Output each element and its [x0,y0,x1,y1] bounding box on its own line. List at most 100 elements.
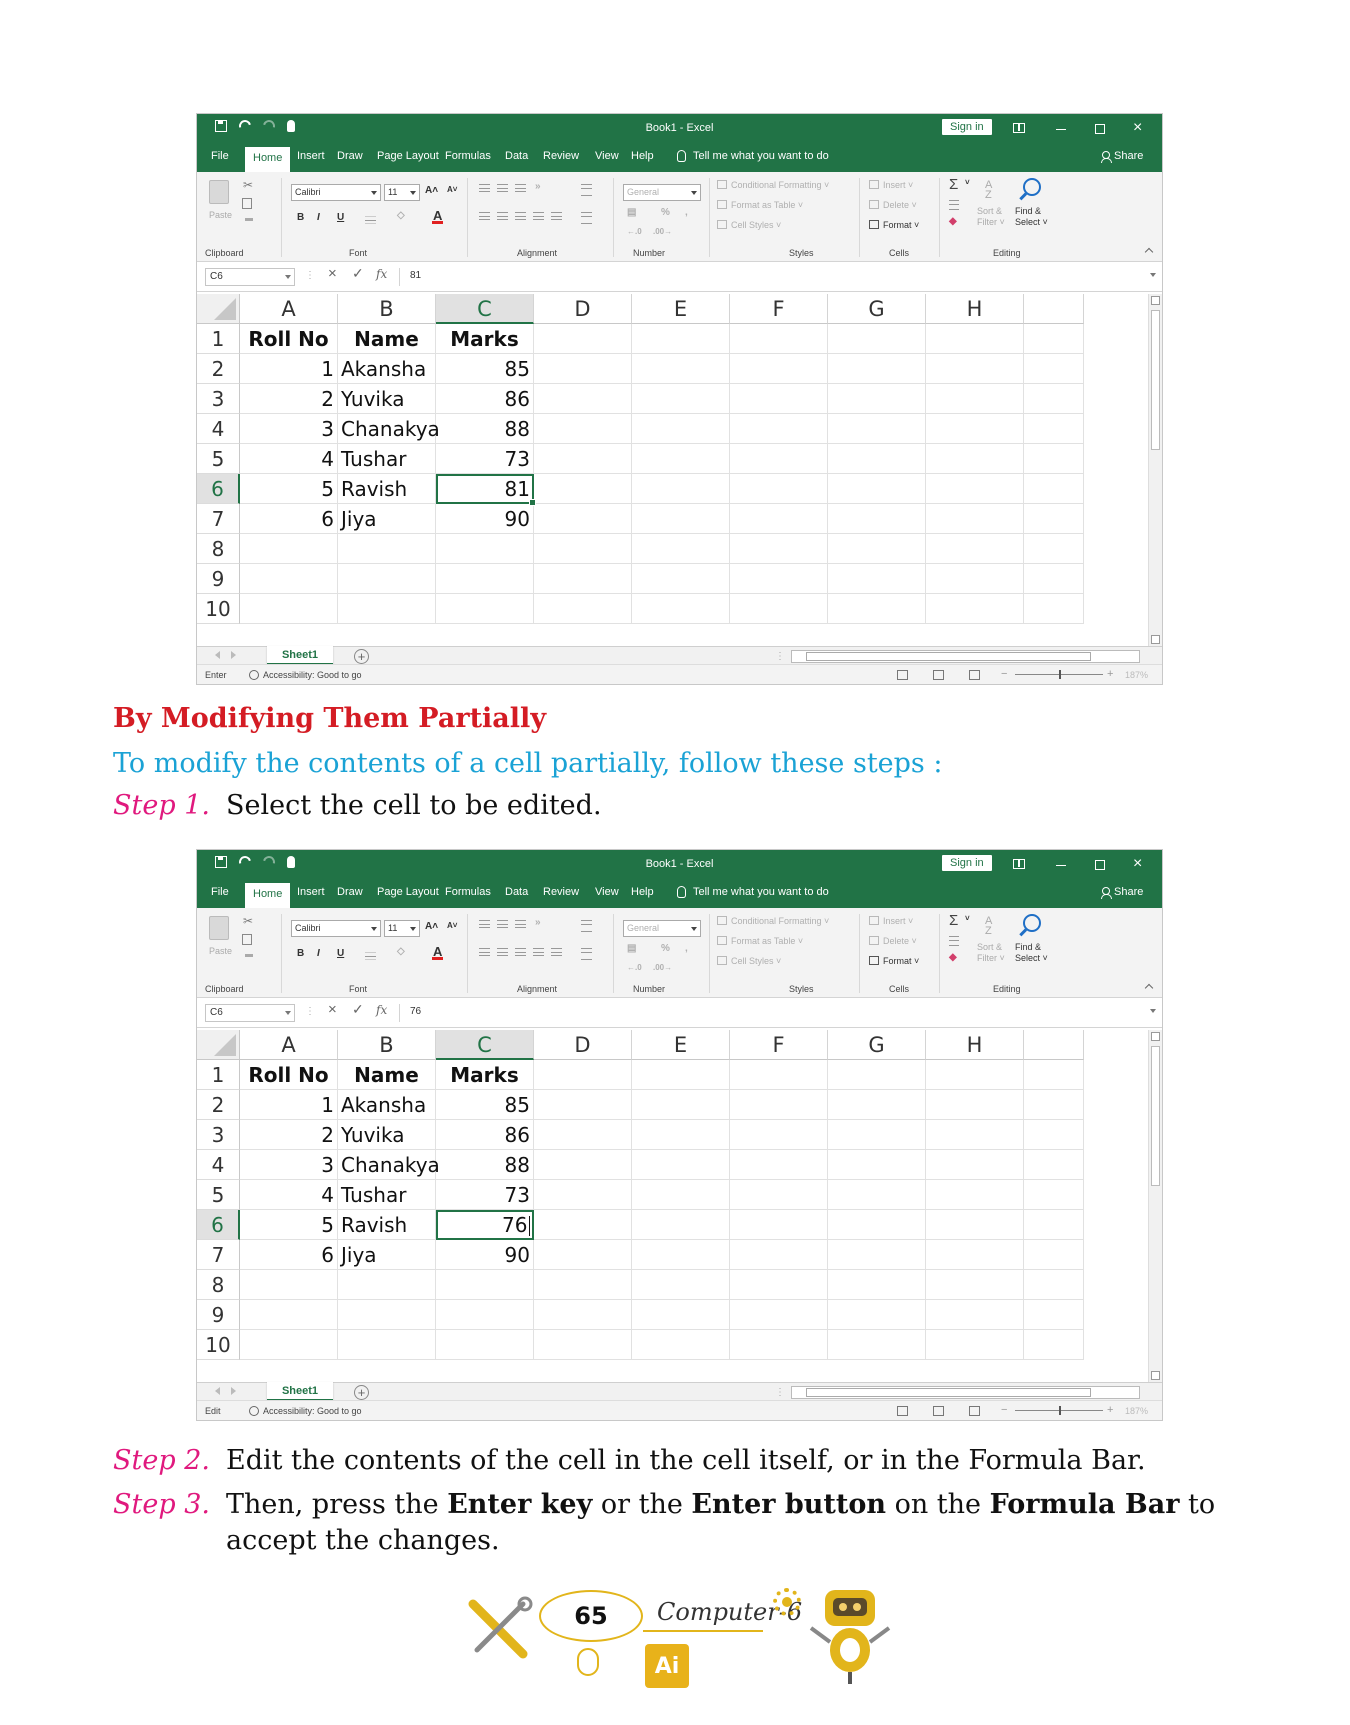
row-header-7[interactable]: 7 [197,504,240,534]
cell[interactable] [534,564,632,594]
cell[interactable] [1024,324,1084,354]
row-header-5[interactable]: 5 [197,1180,240,1210]
underline-button[interactable]: U [337,212,344,223]
insert-function-icon[interactable]: fx [376,267,387,281]
enter-check-icon[interactable]: ✓ [352,265,364,282]
cell[interactable] [926,1210,1024,1240]
roll-cell[interactable]: 4 [240,444,338,474]
cell[interactable] [730,1090,828,1120]
zoom-level[interactable]: 187% [1125,670,1148,680]
tab-review[interactable]: Review [543,886,579,898]
cell[interactable] [926,564,1024,594]
tab-insert[interactable]: Insert [297,886,325,898]
increase-decimal-icon[interactable]: ←.0 [627,227,642,236]
marks-cell[interactable]: 88 [436,414,534,444]
font-color-icon[interactable]: A [431,208,444,224]
row-header-9[interactable]: 9 [197,564,240,594]
cell[interactable] [534,1180,632,1210]
marks-cell[interactable]: 85 [436,1090,534,1120]
cell[interactable] [338,534,436,564]
conditional-formatting-button[interactable]: Conditional Formatting ˅ [717,916,829,926]
name-cell[interactable]: Yuvika [338,384,436,414]
cell[interactable] [1024,534,1084,564]
cell[interactable] [828,1300,926,1330]
roll-cell[interactable]: 1 [240,354,338,384]
scroll-thumb[interactable] [806,652,1091,661]
tab-home[interactable]: Home [245,883,291,908]
marks-cell[interactable]: 86 [436,384,534,414]
cell[interactable] [632,564,730,594]
column-header-b[interactable]: B [338,1030,436,1060]
font-name-select[interactable]: Calibri [291,184,381,201]
align-icon[interactable] [515,920,526,928]
page-break-view-icon[interactable] [969,670,980,680]
cell[interactable] [632,1240,730,1270]
cell[interactable] [338,1300,436,1330]
name-cell[interactable]: Ravish [338,1210,436,1240]
cell[interactable] [632,474,730,504]
tab-file[interactable]: File [211,886,229,898]
tab-formulas[interactable]: Formulas [445,150,491,162]
tab-draw[interactable]: Draw [337,886,363,898]
cell[interactable] [534,504,632,534]
page-break-view-icon[interactable] [969,1406,980,1416]
cell[interactable] [534,1270,632,1300]
find-select-label[interactable]: Find & Select ˅ [1015,206,1048,228]
ribbon-display-icon[interactable] [1013,859,1025,869]
row-header-1[interactable]: 1 [197,1060,240,1090]
sheet-tab-sheet1[interactable]: Sheet1 [267,646,333,666]
autosum-icon[interactable]: Σ [949,912,958,929]
number-format-select[interactable]: General [623,920,701,937]
cell[interactable] [632,1090,730,1120]
align-icon[interactable] [497,948,508,956]
cell[interactable] [730,564,828,594]
tab-file[interactable]: File [211,150,229,162]
column-header-c[interactable]: C [436,294,534,324]
cell[interactable] [534,474,632,504]
sort-filter-icon[interactable]: AZ [985,180,992,201]
cell[interactable] [828,534,926,564]
column-header-h[interactable]: H [926,1030,1024,1060]
zoom-level[interactable]: 187% [1125,1406,1148,1416]
bold-button[interactable]: B [297,212,304,223]
merge-center-icon[interactable] [581,212,592,224]
header-cell[interactable]: Roll No [240,1060,338,1090]
cell[interactable] [338,564,436,594]
cell[interactable] [534,384,632,414]
cell[interactable] [926,444,1024,474]
row-header-10[interactable]: 10 [197,594,240,624]
cell[interactable] [632,594,730,624]
page-layout-view-icon[interactable] [933,670,944,680]
cell[interactable] [730,1270,828,1300]
cell[interactable] [828,1210,926,1240]
cell[interactable] [730,474,828,504]
cell[interactable] [828,474,926,504]
name-cell[interactable]: Jiya [338,1240,436,1270]
column-header-e[interactable]: E [632,1030,730,1060]
tell-me-search[interactable]: Tell me what you want to do [693,886,829,898]
align-icon[interactable] [479,184,490,192]
cell[interactable] [926,594,1024,624]
font-size-select[interactable]: 11 [384,184,420,201]
tab-data[interactable]: Data [505,886,528,898]
header-cell[interactable]: Name [338,1060,436,1090]
copy-icon[interactable] [242,934,252,945]
row-header-10[interactable]: 10 [197,1330,240,1360]
roll-cell[interactable]: 5 [240,1210,338,1240]
column-header-a[interactable]: A [240,294,338,324]
cell[interactable] [730,1120,828,1150]
page-layout-view-icon[interactable] [933,1406,944,1416]
header-cell[interactable]: Name [338,324,436,354]
delete-cells-button[interactable]: Delete ˅ [869,936,917,946]
column-header-c[interactable]: C [436,1030,534,1060]
cell[interactable] [436,1330,534,1360]
chevron-down-icon[interactable]: ˅ [965,178,970,187]
cut-icon[interactable]: ✂ [243,914,253,928]
decrease-decimal-icon[interactable]: .00→ [653,963,672,972]
cell[interactable] [730,594,828,624]
collapse-ribbon-icon[interactable] [1144,247,1154,257]
row-header-2[interactable]: 2 [197,354,240,384]
enter-check-icon[interactable]: ✓ [352,1001,364,1018]
zoom-out-icon[interactable]: − [1001,668,1007,680]
select-all-button[interactable] [197,294,240,324]
